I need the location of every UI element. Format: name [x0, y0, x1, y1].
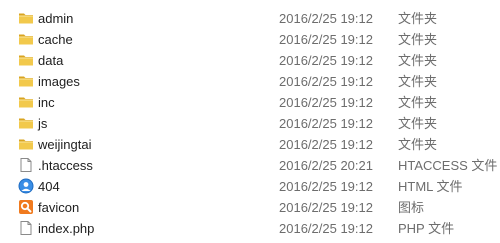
- folder-icon: [18, 73, 34, 89]
- file-type: 文件夹: [398, 53, 438, 68]
- file-modified-date: 2016/2/25 20:21: [279, 158, 373, 173]
- blank-file-icon: [18, 220, 34, 236]
- file-modified-date: 2016/2/25 19:12: [279, 116, 373, 131]
- file-type: PHP 文件: [398, 221, 455, 236]
- file-row-favicon[interactable]: favicon 2016/2/25 19:12 图标: [0, 197, 500, 218]
- file-type: HTML 文件: [398, 179, 463, 194]
- file-name: 404: [38, 179, 60, 194]
- file-row-404[interactable]: 404 2016/2/25 19:12 HTML 文件: [0, 176, 500, 197]
- file-type: 文件夹: [398, 32, 438, 47]
- file-row-images[interactable]: images 2016/2/25 19:12 文件夹: [0, 71, 500, 92]
- file-modified-date: 2016/2/25 19:12: [279, 200, 373, 215]
- file-name: .htaccess: [38, 158, 93, 173]
- file-name: js: [38, 116, 48, 131]
- file-modified-date: 2016/2/25 19:12: [279, 32, 373, 47]
- file-name: weijingtai: [38, 137, 92, 152]
- file-name: images: [38, 74, 80, 89]
- file-type: 文件夹: [398, 74, 438, 89]
- file-row-data[interactable]: data 2016/2/25 19:12 文件夹: [0, 50, 500, 71]
- folder-icon: [18, 10, 34, 26]
- file-type: 文件夹: [398, 116, 438, 131]
- file-row-index-php[interactable]: index.php 2016/2/25 19:12 PHP 文件: [0, 218, 500, 239]
- file-modified-date: 2016/2/25 19:12: [279, 179, 373, 194]
- file-modified-date: 2016/2/25 19:12: [279, 11, 373, 26]
- file-type: 图标: [398, 200, 425, 215]
- file-name: admin: [38, 11, 74, 26]
- file-modified-date: 2016/2/25 19:12: [279, 95, 373, 110]
- file-modified-date: 2016/2/25 19:12: [279, 221, 373, 236]
- image-file-icon: [18, 199, 34, 215]
- file-name: cache: [38, 32, 73, 47]
- file-row-htaccess[interactable]: .htaccess 2016/2/25 20:21 HTACCESS 文件: [0, 155, 500, 176]
- file-list: admin 2016/2/25 19:12 文件夹 cache 2016/2/2…: [0, 0, 500, 243]
- file-name: favicon: [38, 200, 80, 215]
- folder-icon: [18, 52, 34, 68]
- file-name: inc: [38, 95, 55, 110]
- html-file-icon: [18, 178, 34, 194]
- file-modified-date: 2016/2/25 19:12: [279, 137, 373, 152]
- file-type: 文件夹: [398, 95, 438, 110]
- file-name: data: [38, 53, 64, 68]
- file-name: index.php: [38, 221, 95, 236]
- file-row-weijingtai[interactable]: weijingtai 2016/2/25 19:12 文件夹: [0, 134, 500, 155]
- folder-icon: [18, 115, 34, 131]
- blank-file-icon: [18, 157, 34, 173]
- folder-icon: [18, 94, 34, 110]
- file-row-cache[interactable]: cache 2016/2/25 19:12 文件夹: [0, 29, 500, 50]
- file-modified-date: 2016/2/25 19:12: [279, 53, 373, 68]
- file-row-js[interactable]: js 2016/2/25 19:12 文件夹: [0, 113, 500, 134]
- file-type: 文件夹: [398, 137, 438, 152]
- file-modified-date: 2016/2/25 19:12: [279, 74, 373, 89]
- folder-icon: [18, 31, 34, 47]
- file-row-inc[interactable]: inc 2016/2/25 19:12 文件夹: [0, 92, 500, 113]
- file-type: 文件夹: [398, 11, 438, 26]
- folder-icon: [18, 136, 34, 152]
- file-type: HTACCESS 文件: [398, 158, 498, 173]
- file-row-admin[interactable]: admin 2016/2/25 19:12 文件夹: [0, 8, 500, 29]
